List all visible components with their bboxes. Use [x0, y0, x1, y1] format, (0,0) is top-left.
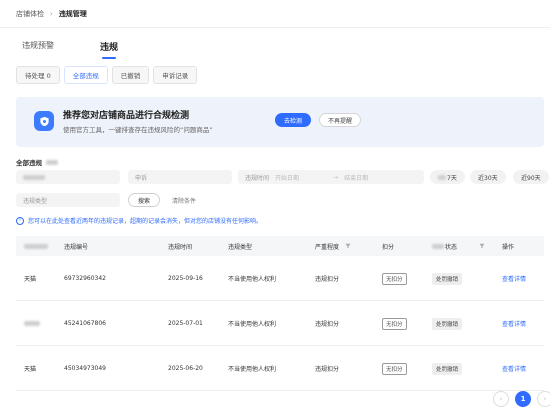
breadcrumb-root[interactable]: 店铺体检 [16, 9, 44, 19]
page-number-current[interactable]: 1 [515, 391, 531, 407]
th-violation-time: 违规时间 [168, 243, 193, 251]
filter-icon[interactable] [479, 243, 485, 249]
clear-filters-button[interactable]: 清除条件 [172, 193, 196, 207]
time-range-label: 违规时间 [245, 174, 270, 182]
view-details-link[interactable]: 查看详情 [502, 301, 526, 346]
violation-time-range[interactable]: 违规时间 开始日期 → 结束日期 [238, 170, 424, 184]
range-arrow-icon: → [333, 173, 339, 181]
cell-violation-type: 不当使用他人权利 [228, 276, 277, 283]
filter-field-1[interactable] [16, 170, 120, 184]
tab-violation[interactable]: 违规 [100, 40, 118, 59]
th-score: 扣分 [382, 243, 395, 251]
score-tag: 无扣分 [382, 272, 407, 285]
cell-status: 处罚撤销 [432, 346, 463, 391]
th-violation-id: 违规编号 [64, 243, 89, 251]
go-check-button[interactable]: 去检测 [275, 113, 312, 127]
blurred-text [438, 174, 446, 180]
cell-score: 无扣分 [382, 301, 407, 346]
notice-text: 您可以在此处查看近两年的违规记录，超期的记录会消失，但对您的店铺没有任何影响。 [28, 218, 263, 225]
cell-status: 处罚撤销 [432, 256, 463, 301]
subtab-revoked[interactable]: 已撤销 [111, 66, 150, 84]
cell-severity: 违规扣分 [315, 366, 340, 373]
sub-tabs: 待处理 0 全部违规 已撤销 申诉记录 [16, 66, 198, 84]
status-badge: 处罚撤销 [432, 317, 463, 330]
cell-platform: 天猫 [24, 276, 37, 283]
cell-violation-id: 45034973049 [64, 365, 106, 372]
th-violation-type: 违规类型 [228, 243, 253, 251]
dismiss-reminder-button[interactable]: 不再提醒 [319, 113, 362, 127]
filter-field-appeal[interactable]: 申诉 [128, 170, 232, 184]
filter-section-title: 全部违规 [16, 157, 59, 167]
compliance-promo-banner: 推荐您对店铺商品进行合规检测 使用官方工具，一键排查存在违规风险的“问题商品” … [16, 97, 544, 147]
cell-platform [24, 301, 40, 346]
cell-violation-type: 不当使用他人权利 [228, 366, 277, 373]
cell-severity: 违规扣分 [315, 276, 340, 283]
blurred-label [23, 174, 45, 180]
cell-platform: 天猫 [24, 366, 37, 373]
cell-severity: 违规扣分 [315, 321, 340, 328]
th-severity: 严重程度 [315, 236, 351, 256]
violation-type-label: 违规类型 [23, 197, 48, 205]
blurred-text [24, 321, 40, 326]
subtab-all-violations[interactable]: 全部违规 [63, 66, 108, 84]
main-tabs: 违规预警 违规 [22, 40, 118, 59]
blurred-text [46, 160, 59, 165]
tab-violation-warning[interactable]: 违规预警 [22, 40, 54, 59]
view-details-link[interactable]: 查看详情 [502, 256, 526, 301]
quick-range-7d[interactable]: 7天 [430, 170, 465, 184]
breadcrumb-separator-icon: › [50, 10, 53, 18]
prev-page-chevron-icon[interactable]: ‹ [493, 391, 509, 407]
status-badge: 处罚撤销 [432, 272, 463, 285]
cell-violation-date: 2025-06-20 [168, 365, 203, 372]
subtab-appeal-records[interactable]: 申诉记录 [153, 66, 198, 84]
table-row: 天猫 45034973049 2025-06-20 不当使用他人权利 违规扣分 … [16, 346, 544, 391]
retention-notice: i 您可以在此处查看近两年的违规记录，超期的记录会消失，但对您的店铺没有任何影响… [16, 216, 262, 225]
table-row: 45241067806 2025-07-01 不当使用他人权利 违规扣分 无扣分… [16, 301, 544, 346]
promo-title: 推荐您对店铺商品进行合规检测 [63, 111, 190, 121]
table-header: 违规编号 违规时间 违规类型 严重程度 扣分 状态 操作 [16, 236, 544, 256]
score-tag: 无扣分 [382, 362, 407, 375]
status-badge: 处罚撤销 [432, 362, 463, 375]
th-platform [24, 236, 48, 256]
quick-range-90d[interactable]: 近90天 [513, 170, 549, 184]
blurred-text [24, 243, 48, 249]
cell-score: 无扣分 [382, 346, 407, 391]
view-details-link[interactable]: 查看详情 [502, 346, 526, 391]
cell-score: 无扣分 [382, 256, 407, 301]
header-divider [0, 27, 550, 28]
next-page-chevron-icon[interactable]: › [537, 391, 550, 407]
subtab-pending[interactable]: 待处理 0 [16, 66, 60, 84]
breadcrumb: 店铺体检 › 违规管理 [16, 9, 87, 19]
cell-violation-date: 2025-09-16 [168, 275, 203, 282]
cell-violation-type: 不当使用他人权利 [228, 321, 277, 328]
field-appeal-label: 申诉 [135, 174, 148, 182]
blurred-text [432, 243, 444, 249]
start-date-placeholder: 开始日期 [275, 174, 300, 182]
end-date-placeholder: 结束日期 [344, 174, 369, 182]
cell-violation-id: 45241067806 [64, 320, 106, 327]
th-severity-label: 严重程度 [315, 243, 340, 251]
info-icon: i [16, 216, 24, 225]
filter-title-text: 全部违规 [16, 159, 42, 167]
promo-subtitle: 使用官方工具，一键排查存在违规风险的“问题商品” [63, 126, 213, 134]
search-button[interactable]: 搜索 [128, 193, 161, 207]
shield-icon [34, 111, 54, 131]
cell-violation-id: 69732960342 [64, 275, 106, 282]
violation-type-field[interactable]: 违规类型 [16, 193, 120, 207]
score-tag: 无扣分 [382, 317, 407, 330]
th-status: 状态 [432, 236, 485, 256]
table-row: 天猫 69732960342 2025-09-16 不当使用他人权利 违规扣分 … [16, 256, 544, 301]
filter-icon[interactable] [345, 243, 351, 249]
cell-status: 处罚撤销 [432, 301, 463, 346]
breadcrumb-current: 违规管理 [58, 10, 87, 18]
th-status-label: 状态 [445, 243, 458, 251]
quick-range-7d-label: 7天 [447, 174, 457, 182]
th-action: 操作 [502, 243, 515, 251]
cell-violation-date: 2025-07-01 [168, 320, 203, 327]
quick-range-30d[interactable]: 近30天 [470, 170, 506, 184]
pagination: ‹ 1 › [493, 391, 550, 407]
